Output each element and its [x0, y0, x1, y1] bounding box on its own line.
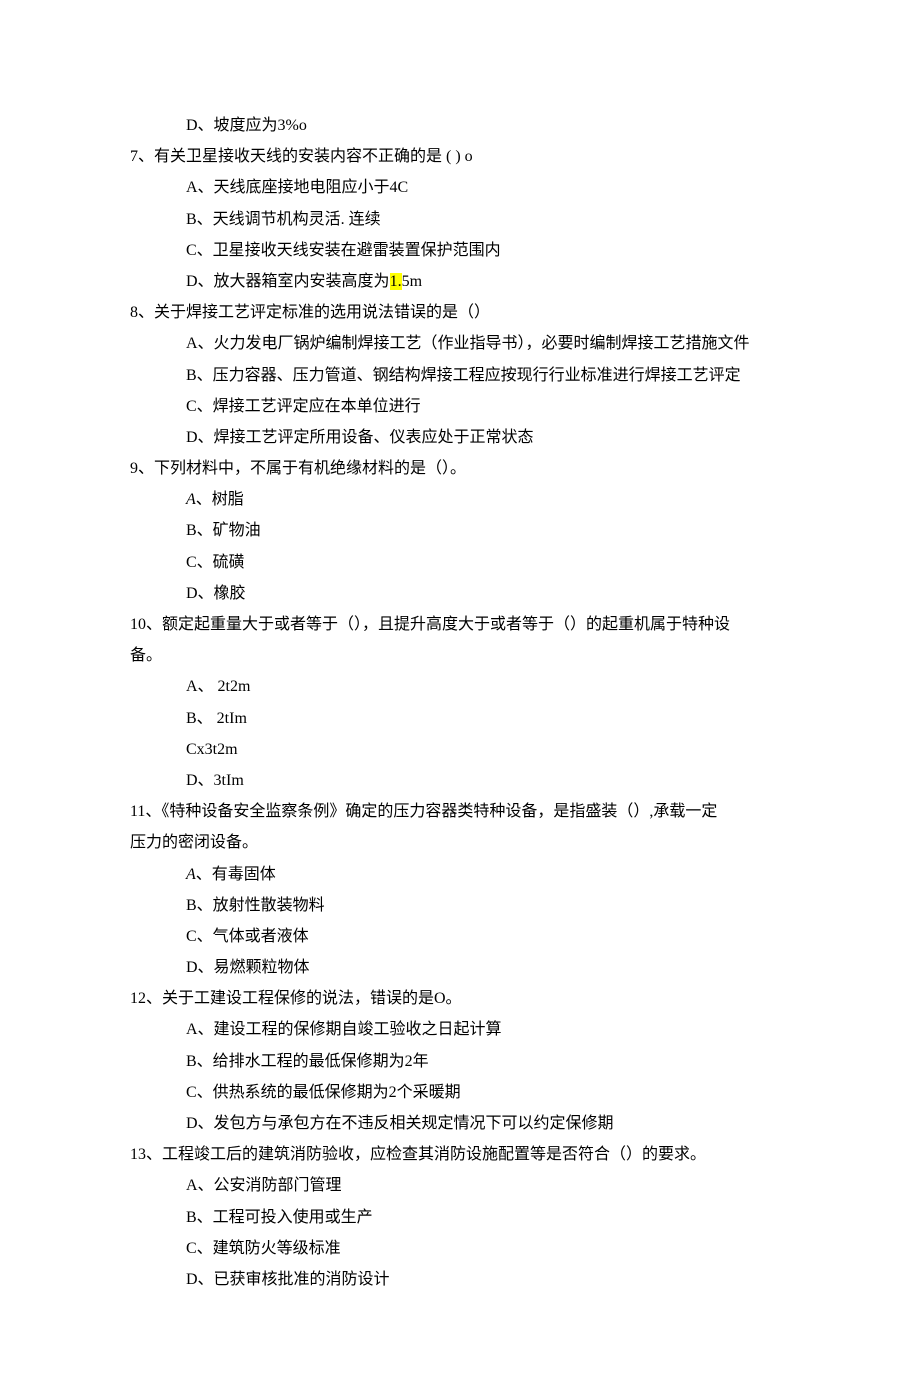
text-line: 12、关于工建设工程保修的说法，错误的是O。: [130, 983, 790, 1014]
text-line: B、给排水工程的最低保修期为2年: [130, 1046, 790, 1077]
text-span: 、有毒固体: [196, 866, 276, 883]
text-line: D、焊接工艺评定所用设备、仪表应处于正常状态: [130, 422, 790, 453]
text-line: 压力的密闭设备。: [130, 827, 790, 858]
text-line: 8、关于焊接工艺评定标准的选用说法错误的是（）: [130, 297, 790, 328]
text-line: 13、工程竣工后的建筑消防验收，应检查其消防设施配置等是否符合（）的要求。: [130, 1139, 790, 1170]
text-line: 7、有关卫星接收天线的安装内容不正确的是 ( ) o: [130, 141, 790, 172]
text-line: C、建筑防火等级标准: [130, 1233, 790, 1264]
text-line: A、树脂: [130, 484, 790, 515]
text-line: A、公安消防部门管理: [130, 1170, 790, 1201]
text-line: 备。: [130, 640, 790, 671]
text-line: D、3tIm: [130, 765, 790, 796]
text-span: A: [186, 491, 196, 508]
text-line: 11、《特种设备安全监察条例》确定的压力容器类特种设备，是指盛装（）,承载一定: [130, 796, 790, 827]
text-span: 、树脂: [196, 491, 244, 508]
text-line: A、天线底座接地电阻应小于4C: [130, 172, 790, 203]
text-line: D、放大器箱室内安装高度为1.5m: [130, 266, 790, 297]
text-line: C、气体或者液体: [130, 921, 790, 952]
text-line: B、 2tIm: [130, 703, 790, 734]
text-line: A、建设工程的保修期自竣工验收之日起计算: [130, 1014, 790, 1045]
text-line: A、有毒固体: [130, 859, 790, 890]
text-line: D、橡胶: [130, 578, 790, 609]
text-span: D、放大器箱室内安装高度为: [186, 273, 390, 290]
text-line: B、矿物油: [130, 515, 790, 546]
text-line: C、供热系统的最低保修期为2个采暖期: [130, 1077, 790, 1108]
text-line: C、硫磺: [130, 547, 790, 578]
text-line: B、天线调节机构灵活. 连续: [130, 204, 790, 235]
text-span: A: [186, 866, 196, 883]
text-line: D、已获审核批准的消防设计: [130, 1264, 790, 1295]
text-span: 1.: [390, 273, 402, 290]
text-line: Cx3t2m: [130, 734, 790, 765]
document-page: D、坡度应为3%o7、有关卫星接收天线的安装内容不正确的是 ( ) oA、天线底…: [0, 0, 920, 1375]
text-line: A、 2t2m: [130, 671, 790, 702]
text-line: 9、下列材料中，不属于有机绝缘材料的是（）。: [130, 453, 790, 484]
text-line: C、焊接工艺评定应在本单位进行: [130, 391, 790, 422]
text-line: D、发包方与承包方在不违反相关规定情况下可以约定保修期: [130, 1108, 790, 1139]
text-line: B、放射性散装物料: [130, 890, 790, 921]
text-span: 5m: [402, 273, 422, 290]
text-line: C、卫星接收天线安装在避雷装置保护范围内: [130, 235, 790, 266]
text-line: B、压力容器、压力管道、钢结构焊接工程应按现行行业标准进行焊接工艺评定: [130, 360, 790, 391]
text-line: B、工程可投入使用或生产: [130, 1202, 790, 1233]
text-line: A、火力发电厂锅炉编制焊接工艺（作业指导书），必要时编制焊接工艺措施文件: [130, 328, 790, 359]
text-line: D、坡度应为3%o: [130, 110, 790, 141]
text-line: 10、额定起重量大于或者等于（），且提升高度大于或者等于（）的起重机属于特种设: [130, 609, 790, 640]
text-line: D、易燃颗粒物体: [130, 952, 790, 983]
